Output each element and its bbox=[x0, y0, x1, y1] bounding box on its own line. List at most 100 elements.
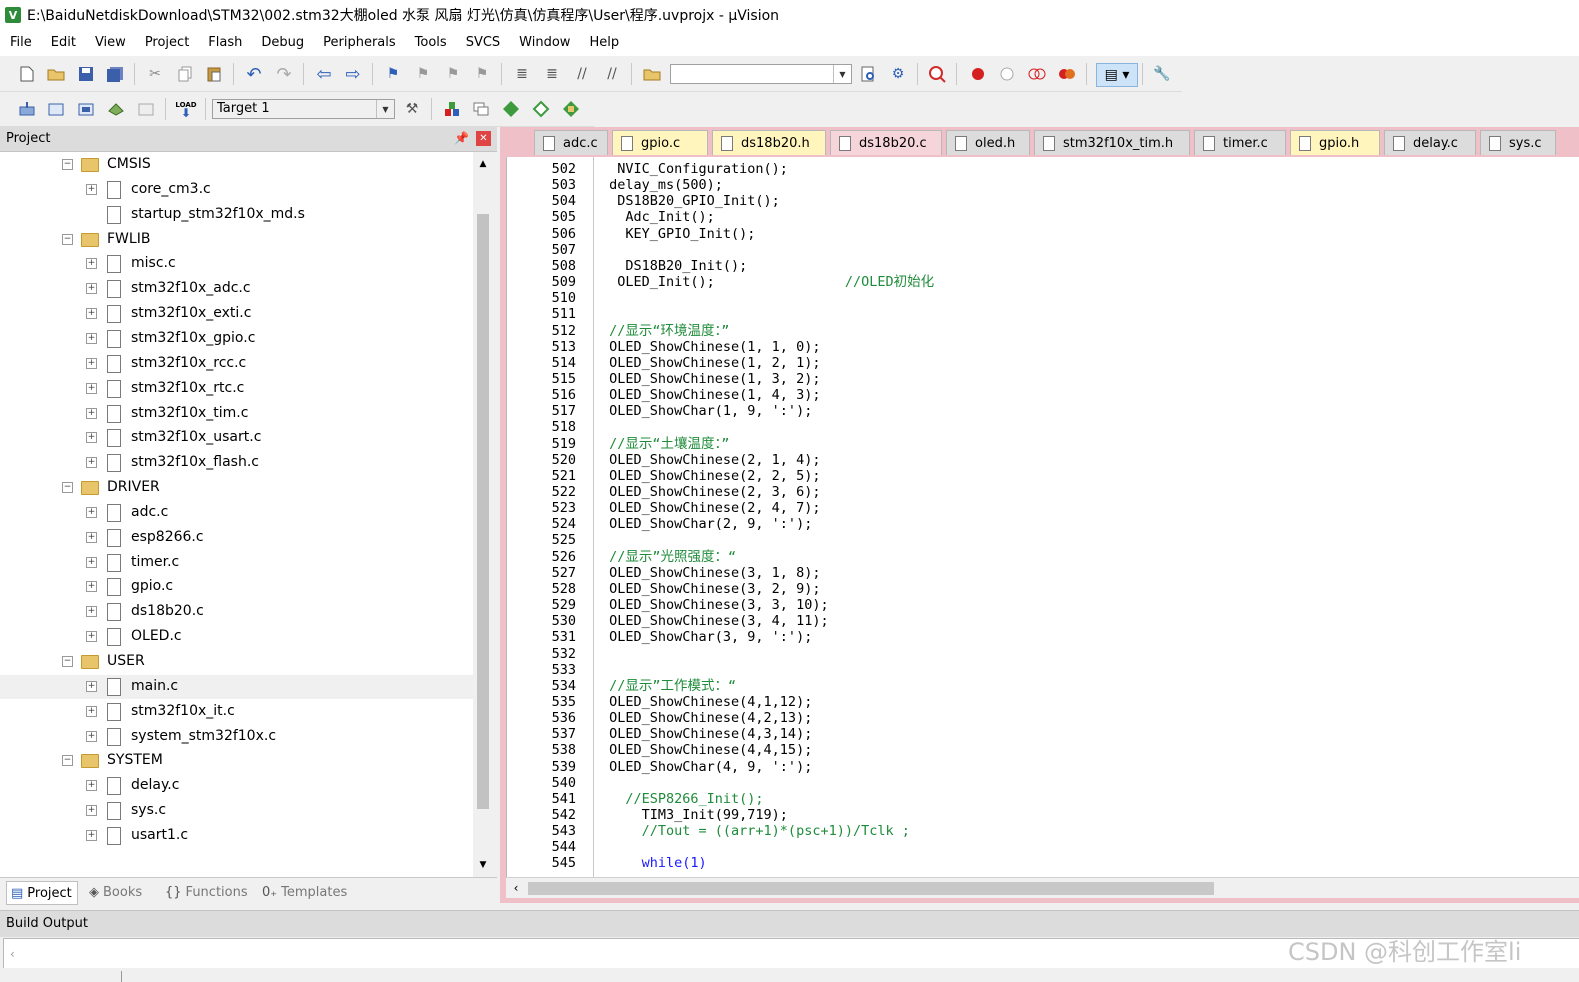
select-packs-icon[interactable] bbox=[470, 98, 492, 120]
expand-icon[interactable]: + bbox=[86, 407, 97, 419]
expand-icon[interactable]: + bbox=[86, 332, 97, 344]
bookmark-insert-icon[interactable]: ⚑ bbox=[382, 63, 404, 85]
pack-installer-icon[interactable] bbox=[530, 98, 552, 120]
scroll-down-icon[interactable]: ▼ bbox=[475, 856, 491, 874]
panel-tab-functions[interactable]: {} Functions bbox=[161, 881, 249, 903]
menu-window[interactable]: Window bbox=[509, 30, 579, 56]
find-in-files-icon[interactable] bbox=[641, 63, 663, 85]
tree-folder[interactable]: − SYSTEM bbox=[0, 749, 473, 773]
debug-session-icon[interactable] bbox=[926, 63, 948, 85]
code-editor[interactable]: 502 NVIC_Configuration(); 503 delay_ms(50… bbox=[506, 157, 1579, 877]
breakpoint-insert-icon[interactable] bbox=[967, 63, 989, 85]
code-line[interactable]: 505 Adc_Init(); bbox=[507, 209, 1579, 225]
code-line[interactable]: 537 OLED_ShowChinese(4,3,14); bbox=[507, 726, 1579, 742]
tree-file[interactable]: + stm32f10x_rcc.c bbox=[0, 352, 473, 376]
expand-icon[interactable]: + bbox=[86, 556, 97, 568]
expand-icon[interactable]: + bbox=[86, 805, 97, 817]
code-line[interactable]: 511 bbox=[507, 306, 1579, 322]
code-line[interactable]: 504 DS18B20_GPIO_Init(); bbox=[507, 193, 1579, 209]
pin-icon[interactable]: 📌 bbox=[454, 131, 469, 145]
expand-icon[interactable]: + bbox=[86, 829, 97, 841]
code-line[interactable]: 503 delay_ms(500); bbox=[507, 177, 1579, 193]
code-line[interactable]: 529 OLED_ShowChinese(3, 3, 10); bbox=[507, 597, 1579, 613]
tree-file[interactable]: + sys.c bbox=[0, 799, 473, 823]
expand-icon[interactable]: + bbox=[86, 631, 97, 643]
rebuild-icon[interactable] bbox=[75, 98, 97, 120]
batch-build-icon[interactable] bbox=[105, 98, 127, 120]
stop-build-icon[interactable] bbox=[135, 98, 157, 120]
tree-file[interactable]: + stm32f10x_tim.c bbox=[0, 402, 473, 426]
expand-icon[interactable]: + bbox=[86, 705, 97, 717]
code-line[interactable]: 518 bbox=[507, 419, 1579, 435]
code-line[interactable]: 521 OLED_ShowChinese(2, 2, 5); bbox=[507, 468, 1579, 484]
expand-icon[interactable]: + bbox=[86, 432, 97, 444]
code-line[interactable]: 508 DS18B20_Init(); bbox=[507, 258, 1579, 274]
expand-icon[interactable]: + bbox=[86, 581, 97, 593]
code-line[interactable]: 525 bbox=[507, 532, 1579, 548]
editor-tab[interactable]: timer.c bbox=[1194, 130, 1286, 155]
code-line[interactable]: 543 //Tout = ((arr+1)*(psc+1))/Tclk ; bbox=[507, 823, 1579, 839]
close-icon[interactable]: ✕ bbox=[476, 131, 491, 146]
tree-file[interactable]: + system_stm32f10x.c bbox=[0, 725, 473, 749]
indent-icon[interactable]: ≣ bbox=[511, 63, 533, 85]
comment-icon[interactable]: // bbox=[571, 63, 593, 85]
code-line[interactable]: 522 OLED_ShowChinese(2, 3, 6); bbox=[507, 484, 1579, 500]
code-line[interactable]: 517 OLED_ShowChar(1, 9, ':'); bbox=[507, 403, 1579, 419]
panel-tab-books[interactable]: ◈ Books bbox=[85, 881, 151, 903]
code-line[interactable]: 506 KEY_GPIO_Init(); bbox=[507, 226, 1579, 242]
tree-file[interactable]: startup_stm32f10x_md.s bbox=[0, 203, 473, 227]
code-line[interactable]: 534 //显示”工作模式：“ bbox=[507, 678, 1579, 694]
scroll-left-icon[interactable]: ‹ bbox=[508, 880, 524, 896]
expand-icon[interactable]: + bbox=[86, 308, 97, 320]
code-line[interactable]: 515 OLED_ShowChinese(1, 3, 2); bbox=[507, 371, 1579, 387]
unindent-icon[interactable]: ≣ bbox=[541, 63, 563, 85]
editor-tab[interactable]: oled.h bbox=[946, 130, 1030, 155]
expand-icon[interactable]: + bbox=[86, 606, 97, 618]
tree-file[interactable]: + stm32f10x_flash.c bbox=[0, 451, 473, 475]
code-line[interactable]: 509 OLED_Init(); //OLED初始化 bbox=[507, 274, 1579, 290]
project-tree-scrollbar[interactable]: ▲ ▼ bbox=[473, 152, 493, 877]
editor-tab[interactable]: delay.c bbox=[1384, 130, 1476, 155]
editor-tab[interactable]: sys.c bbox=[1480, 130, 1556, 155]
tree-file[interactable]: + delay.c bbox=[0, 774, 473, 798]
code-line[interactable]: 507 bbox=[507, 242, 1579, 258]
panel-tab-templates[interactable]: 0₊ Templates bbox=[258, 881, 354, 903]
tree-file[interactable]: + stm32f10x_it.c bbox=[0, 700, 473, 724]
navigate-back-icon[interactable]: ⇦ bbox=[313, 63, 335, 85]
code-line[interactable]: 538 OLED_ShowChinese(4,4,15); bbox=[507, 742, 1579, 758]
bookmark-clear-icon[interactable]: ⚑ bbox=[471, 63, 493, 85]
menu-file[interactable]: File bbox=[0, 30, 41, 56]
redo-icon[interactable]: ↷ bbox=[273, 63, 295, 85]
expand-icon[interactable]: + bbox=[86, 457, 97, 469]
save-icon[interactable] bbox=[75, 63, 97, 85]
tree-file[interactable]: + stm32f10x_gpio.c bbox=[0, 327, 473, 351]
breakpoint-kill-all-icon[interactable] bbox=[1056, 63, 1078, 85]
undo-icon[interactable]: ↶ bbox=[243, 63, 265, 85]
manage-project-items-icon[interactable] bbox=[441, 98, 463, 120]
tree-folder[interactable]: − CMSIS bbox=[0, 153, 473, 177]
editor-tab[interactable]: gpio.c bbox=[612, 130, 708, 155]
copy-icon[interactable] bbox=[174, 63, 196, 85]
code-line[interactable]: 532 bbox=[507, 646, 1579, 662]
expand-icon[interactable]: + bbox=[86, 506, 97, 518]
code-line[interactable]: 541 //ESP8266_Init(); bbox=[507, 791, 1579, 807]
cut-icon[interactable]: ✂ bbox=[144, 63, 166, 85]
code-line[interactable]: 527 OLED_ShowChinese(3, 1, 8); bbox=[507, 565, 1579, 581]
find-combo[interactable]: ▼ bbox=[670, 64, 852, 84]
menu-help[interactable]: Help bbox=[579, 30, 628, 56]
expand-icon[interactable]: + bbox=[86, 258, 97, 270]
expand-icon[interactable]: + bbox=[86, 730, 97, 742]
menu-tools[interactable]: Tools bbox=[405, 30, 456, 56]
editor-tab[interactable]: ds18b20.c bbox=[830, 130, 942, 155]
scroll-left-icon[interactable]: ‹ bbox=[10, 947, 15, 961]
tree-file[interactable]: + OLED.c bbox=[0, 625, 473, 649]
expand-icon[interactable]: + bbox=[86, 680, 97, 692]
expand-icon[interactable]: + bbox=[86, 531, 97, 543]
menu-view[interactable]: View bbox=[85, 30, 135, 56]
code-line[interactable]: 542 TIM3_Init(99,719); bbox=[507, 807, 1579, 823]
code-line[interactable]: 536 OLED_ShowChinese(4,2,13); bbox=[507, 710, 1579, 726]
code-line[interactable]: 540 bbox=[507, 775, 1579, 791]
code-line[interactable]: 539 OLED_ShowChar(4, 9, ':'); bbox=[507, 759, 1579, 775]
tree-file[interactable]: + ds18b20.c bbox=[0, 600, 473, 624]
expand-icon[interactable]: + bbox=[86, 283, 97, 295]
